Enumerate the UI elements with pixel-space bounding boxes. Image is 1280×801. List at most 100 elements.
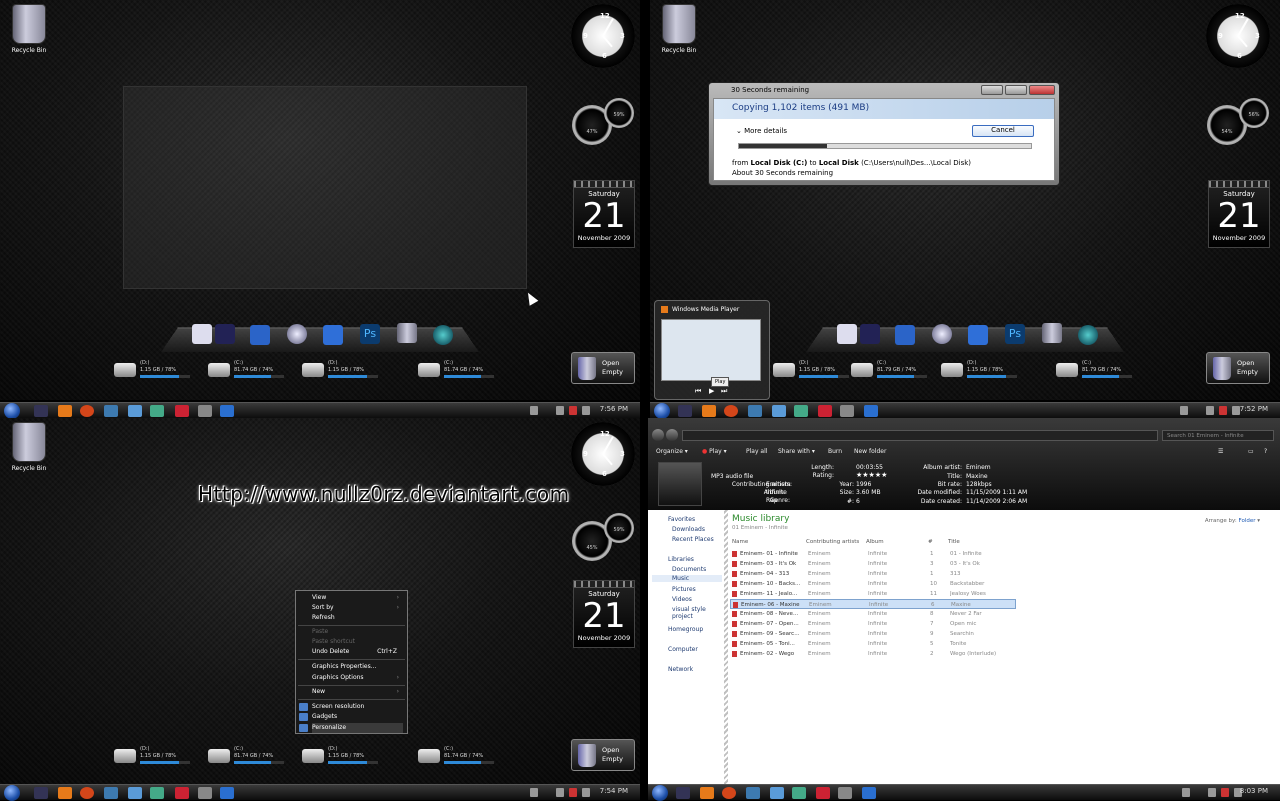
calendar-gadget[interactable]: Saturday 21 November 2009: [573, 180, 635, 248]
taskbar-app-icon[interactable]: [678, 405, 692, 417]
menu-item-gadgets[interactable]: Gadgets: [312, 712, 403, 722]
drive-gadget-d[interactable]: (D:) 1.15 GB / 78%: [302, 745, 382, 769]
ram-meter-gadget[interactable]: 59%: [604, 98, 634, 128]
taskbar-app-icon[interactable]: [676, 787, 690, 799]
tray-icon[interactable]: [1221, 788, 1229, 797]
nav-music[interactable]: Music: [652, 575, 722, 582]
arrange-by[interactable]: Arrange by: Folder ▾: [1205, 518, 1260, 524]
taskbar-app-icon[interactable]: [150, 787, 164, 799]
taskbar-app-icon[interactable]: [838, 787, 852, 799]
more-details-toggle[interactable]: ⌄ More details: [736, 127, 787, 135]
column-title[interactable]: Title: [948, 539, 960, 545]
bin-empty-button[interactable]: Empty: [1237, 368, 1258, 376]
drive-gadget-c[interactable]: (C:) 81.79 GB / 74%: [1056, 359, 1136, 383]
tray-icon[interactable]: [569, 788, 577, 797]
start-orb-icon[interactable]: [4, 785, 20, 801]
bin-open-button[interactable]: Open: [602, 746, 619, 754]
taskbar-app-icon[interactable]: [128, 787, 142, 799]
bin-empty-button[interactable]: Empty: [602, 755, 623, 763]
menu-item-new[interactable]: New ›: [312, 687, 403, 697]
start-orb-icon[interactable]: [654, 403, 670, 419]
table-row[interactable]: Eminem- 07 - Open... Eminem Infinite 7 Open …: [730, 619, 1016, 629]
column-number[interactable]: #: [928, 539, 933, 545]
rating-stars[interactable]: ★★★★★: [856, 471, 887, 479]
clock-gadget[interactable]: 12 3 69: [1206, 4, 1270, 68]
drive-gadget-c[interactable]: (C:) 81.74 GB / 74%: [208, 359, 288, 383]
menu-item-screen-resolution[interactable]: Screen resolution: [312, 702, 403, 712]
nav-downloads[interactable]: Downloads: [672, 526, 705, 533]
photoshop-dock-icon[interactable]: Ps: [360, 324, 380, 344]
taskbar-app-icon[interactable]: [862, 787, 876, 799]
play-icon[interactable]: ▶: [709, 387, 714, 395]
table-row[interactable]: Eminem- 05 - Toni... Eminem Infinite 5 Tonit…: [730, 639, 1016, 649]
drive-gadget-d[interactable]: (D:) 1.15 GB / 78%: [773, 359, 853, 383]
drive-gadget-d[interactable]: (D:) 1.15 GB / 78%: [302, 359, 382, 383]
taskbar-clock[interactable]: 7:54 PM: [600, 787, 628, 795]
drive-gadget-c[interactable]: (C:) 81.74 GB / 74%: [208, 745, 288, 769]
globe-dock-icon[interactable]: [932, 324, 952, 344]
taskbar-clock[interactable]: 8:03 PM: [1240, 787, 1268, 795]
taskbar-app-icon[interactable]: [175, 787, 189, 799]
nav-documents[interactable]: Documents: [672, 566, 706, 573]
taskbar-app-icon[interactable]: [700, 787, 714, 799]
ram-meter-gadget[interactable]: 56%: [1239, 98, 1269, 128]
wmp-thumbnail-preview[interactable]: Windows Media Player Play ⏮ ▶ ⏭: [654, 300, 770, 400]
taskbar-app-icon[interactable]: [220, 405, 234, 417]
play-menu[interactable]: ● Play ▾: [702, 448, 727, 455]
menu-item-view[interactable]: View ›: [312, 593, 403, 603]
menu-item-undo-delete[interactable]: Undo Delete Ctrl+Z: [312, 647, 403, 657]
cancel-button[interactable]: Cancel: [972, 125, 1034, 137]
recycle-bin-gadget[interactable]: Open Empty: [1206, 352, 1270, 384]
back-button[interactable]: [652, 429, 664, 441]
drive-gadget-d[interactable]: (D:) 1.15 GB / 78%: [114, 745, 194, 769]
column-name[interactable]: Name: [732, 539, 748, 545]
column-album[interactable]: Album: [866, 539, 884, 545]
table-row[interactable]: Eminem- 02 - Wego Eminem Infinite 2 Wego (In…: [730, 649, 1016, 659]
folder-dock-icon[interactable]: [968, 325, 988, 345]
previous-icon[interactable]: ⏮: [695, 387, 701, 396]
clock-gadget[interactable]: 12 3 69: [571, 422, 635, 486]
menu-item-personalize[interactable]: Personalize: [312, 723, 403, 733]
table-row[interactable]: Eminem- 09 - Searc... Eminem Infinite 9 Sear…: [730, 629, 1016, 639]
taskbar-app-icon[interactable]: [864, 405, 878, 417]
bin-open-button[interactable]: Open: [602, 359, 619, 367]
firefox-icon[interactable]: [80, 405, 94, 417]
nav-homegroup[interactable]: Homegroup: [668, 626, 703, 633]
menu-item-refresh[interactable]: Refresh: [312, 613, 403, 623]
recycle-dock-icon[interactable]: [1042, 323, 1062, 343]
recycle-dock-icon[interactable]: [397, 323, 417, 343]
play-all-button[interactable]: Play all: [746, 448, 767, 455]
taskbar-app-icon[interactable]: [175, 405, 189, 417]
table-row[interactable]: Eminem- 08 - Neve... Eminem Infinite 8 Never…: [730, 609, 1016, 619]
alien-dock-icon[interactable]: [433, 325, 453, 345]
taskbar-app-icon[interactable]: [104, 405, 118, 417]
table-row[interactable]: Eminem- 04 - 313 Eminem Infinite 1 313: [730, 569, 1016, 579]
tray-icon[interactable]: [530, 788, 538, 797]
table-row[interactable]: Eminem- 11 - Jealo... Eminem Infinite 11 Jea…: [730, 589, 1016, 599]
tray-icon[interactable]: [1219, 406, 1227, 415]
alien-dock-icon[interactable]: [1078, 325, 1098, 345]
share-with-menu[interactable]: Share with ▾: [778, 448, 815, 455]
recycle-bin-gadget[interactable]: Open Empty: [571, 739, 635, 771]
calendar-gadget[interactable]: Saturday 21 November 2009: [573, 580, 635, 648]
drive-gadget-c[interactable]: (C:) 81.74 GB / 74%: [418, 359, 498, 383]
table-row[interactable]: Eminem- 10 - Backs... Eminem Infinite 10 Bac…: [730, 579, 1016, 589]
taskbar-app-icon[interactable]: [792, 787, 806, 799]
menu-item-graphics-properties[interactable]: Graphics Properties...: [312, 662, 403, 672]
new-folder-button[interactable]: New folder: [854, 448, 886, 455]
maximize-button[interactable]: [1005, 85, 1027, 95]
tray-icon[interactable]: [569, 406, 577, 415]
taskbar-app-icon[interactable]: [816, 787, 830, 799]
taskbar-app-icon[interactable]: [746, 787, 760, 799]
nav-recent-places[interactable]: Recent Places: [672, 536, 714, 543]
taskbar-app-icon[interactable]: [748, 405, 762, 417]
nav-libraries[interactable]: Libraries: [668, 556, 694, 563]
taskbar-app-icon[interactable]: [198, 405, 212, 417]
calendar-gadget[interactable]: Saturday 21 November 2009: [1208, 180, 1270, 248]
ram-meter-gadget[interactable]: 59%: [604, 513, 634, 543]
search-input[interactable]: Search 01 Eminem - Infinite: [1162, 430, 1274, 441]
photoshop-dock-icon[interactable]: Ps: [1005, 324, 1025, 344]
taskbar-app-icon[interactable]: [128, 405, 142, 417]
recycle-bin-gadget[interactable]: Open Empty: [571, 352, 635, 384]
drive-dock-icon[interactable]: [837, 324, 857, 344]
